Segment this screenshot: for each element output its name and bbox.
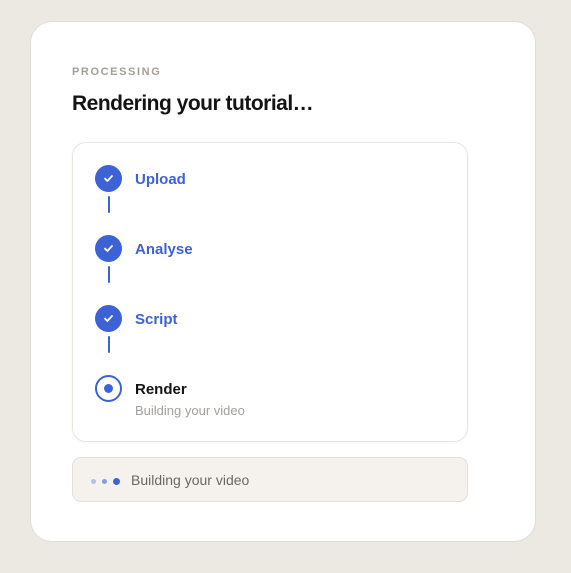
step-connector — [108, 266, 110, 283]
check-icon — [95, 235, 122, 262]
step-label: Script — [135, 311, 178, 328]
step-upload: Upload — [95, 165, 455, 213]
check-icon — [95, 165, 122, 192]
step-label: Render — [135, 381, 187, 398]
processing-card: PROCESSING Rendering your tutorial… Uplo… — [30, 21, 536, 542]
radio-active-icon — [95, 375, 122, 402]
processing-eyebrow: PROCESSING — [72, 66, 162, 78]
page-title: Rendering your tutorial… — [72, 92, 314, 115]
step-connector — [108, 336, 110, 353]
step-sublabel: Building your video — [135, 403, 245, 418]
step-analyse: Analyse — [95, 235, 455, 283]
step-label: Analyse — [135, 241, 193, 258]
step-label: Upload — [135, 171, 186, 188]
status-bar: Building your video — [72, 457, 468, 502]
check-icon — [95, 305, 122, 332]
step-connector — [108, 196, 110, 213]
steps-panel: Upload Analyse Script Render Building yo… — [72, 142, 468, 442]
step-script: Script — [95, 305, 455, 353]
step-render: Render Building your video — [95, 375, 455, 423]
loading-dots-icon — [91, 477, 121, 485]
status-text: Building your video — [131, 472, 250, 488]
